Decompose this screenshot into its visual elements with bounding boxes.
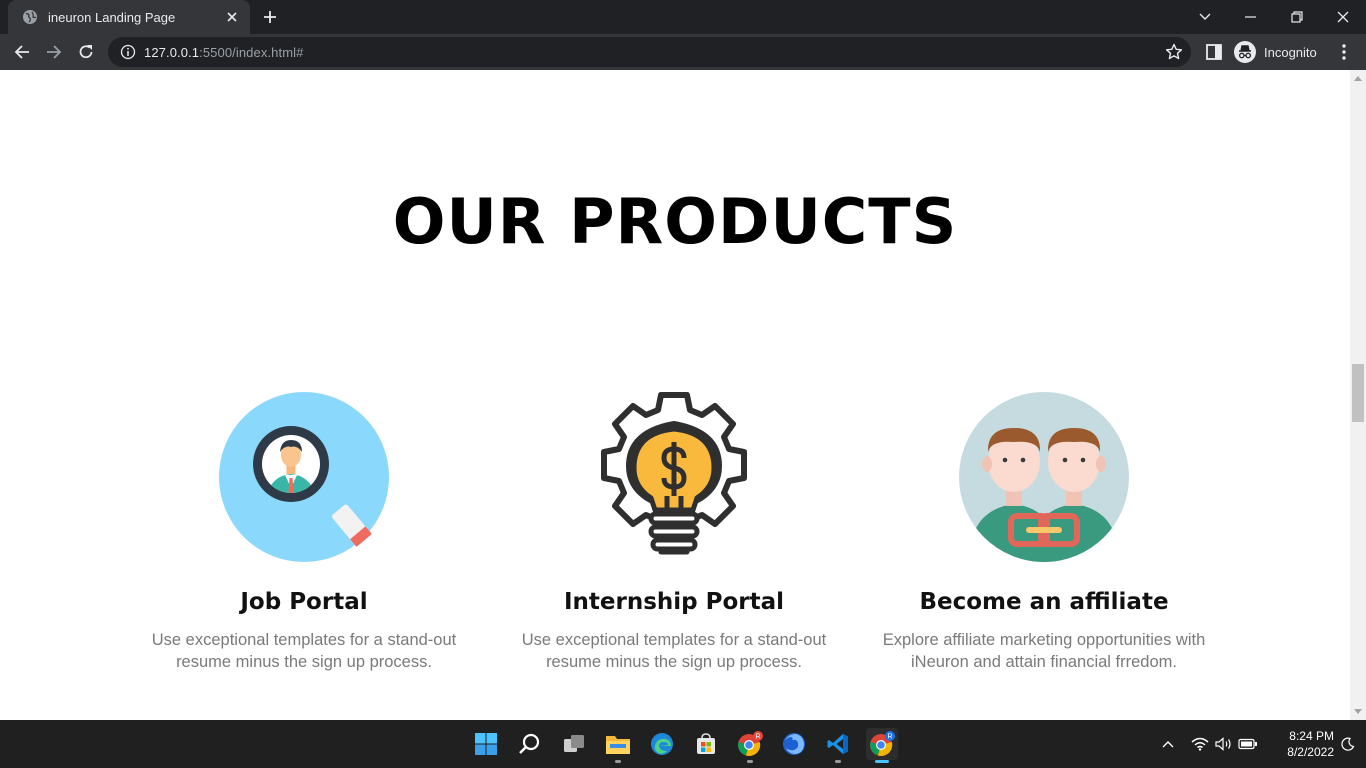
url-host: 127.0.0.1 <box>144 44 200 60</box>
page-scrollbar[interactable] <box>1350 70 1366 720</box>
affiliate-people-icon <box>959 392 1129 562</box>
product-description-line: Explore affiliate marketing opportunitie… <box>882 631 1206 649</box>
close-window-button[interactable] <box>1320 0 1366 34</box>
chrome-active-button[interactable]: R <box>866 728 898 763</box>
product-title: Internship Portal <box>563 589 785 615</box>
windows-taskbar: R R 8:24 PM 8/2/2022 <box>0 720 1366 768</box>
product-description-line: iNeuron and attain financial frredom. <box>911 653 1177 671</box>
search-icon <box>519 733 540 754</box>
scroll-down-icon[interactable] <box>1354 709 1362 714</box>
edge-button[interactable] <box>646 728 678 760</box>
task-view-button[interactable] <box>558 728 590 760</box>
vscode-icon <box>827 734 848 754</box>
battery-icon[interactable] <box>1238 734 1258 754</box>
focus-moon-icon[interactable] <box>1338 734 1358 754</box>
site-info-icon[interactable] <box>120 44 136 60</box>
browser-toolbar: 127.0.0.1:5500/index.html# Incognito <box>0 34 1366 70</box>
task-view-icon <box>564 735 584 752</box>
new-tab-button[interactable] <box>258 5 282 29</box>
firefox-icon <box>783 733 805 755</box>
wifi-icon[interactable] <box>1190 734 1210 754</box>
tab-title: ineuron Landing Page <box>48 9 176 25</box>
scroll-up-icon[interactable] <box>1354 76 1362 81</box>
product-description-line: Use exceptional templates for a stand-ou… <box>521 631 827 649</box>
volume-icon[interactable] <box>1214 734 1234 754</box>
back-button[interactable] <box>8 38 36 66</box>
running-indicator <box>747 760 753 763</box>
windows-logo-icon <box>475 733 497 755</box>
product-description: Explore affiliate marketing opportunitie… <box>864 629 1224 673</box>
product-description: Use exceptional templates for a stand-ou… <box>124 629 484 673</box>
system-clock[interactable]: 8:24 PM 8/2/2022 <box>1262 728 1334 760</box>
product-title: Job Portal <box>240 589 368 615</box>
incognito-label: Incognito <box>1264 44 1317 60</box>
reload-button[interactable] <box>72 38 100 66</box>
address-bar[interactable]: 127.0.0.1:5500/index.html# <box>108 37 1191 67</box>
chrome-icon: R <box>870 731 895 756</box>
product-description-line: Use exceptional templates for a stand-ou… <box>151 631 457 649</box>
incognito-icon <box>1234 41 1256 63</box>
url-path: :5500/index.html# <box>199 44 304 60</box>
file-explorer-button[interactable] <box>602 728 634 763</box>
minimize-button[interactable] <box>1228 0 1274 34</box>
start-button[interactable] <box>470 728 502 760</box>
lightbulb-gear-icon <box>601 392 747 555</box>
chrome-icon: R <box>738 731 763 756</box>
kebab-menu-icon[interactable] <box>1334 42 1354 62</box>
profile-badge: R <box>755 734 760 741</box>
product-card-job-portal: Job Portal Use exceptional templates for… <box>124 392 484 673</box>
running-indicator <box>615 760 621 763</box>
product-card-internship-portal: Internship Portal Use exceptional templa… <box>494 392 854 673</box>
store-button[interactable] <box>690 728 722 760</box>
vscode-button[interactable] <box>822 728 854 763</box>
search-button[interactable] <box>514 728 546 760</box>
side-panel-icon[interactable] <box>1204 42 1224 62</box>
firefox-button[interactable] <box>778 728 810 760</box>
product-description: Use exceptional templates for a stand-ou… <box>494 629 854 673</box>
running-indicator <box>835 760 841 763</box>
url-text: 127.0.0.1:5500/index.html# <box>144 45 303 60</box>
clock-date: 8/2/2022 <box>1287 745 1334 759</box>
bookmark-star-icon[interactable] <box>1165 43 1183 61</box>
product-description-line: resume minus the sign up process. <box>546 653 802 671</box>
show-hidden-icons-chevron-icon[interactable] <box>1158 734 1178 754</box>
page-viewport: OUR PRODUCTS Job Portal Use exceptional <box>0 70 1350 720</box>
folder-icon <box>606 736 630 754</box>
browser-tab-strip: ineuron Landing Page <box>0 0 1366 34</box>
browser-tab[interactable]: ineuron Landing Page <box>8 0 250 34</box>
product-title: Become an affiliate <box>919 589 1169 615</box>
active-indicator <box>875 760 889 763</box>
incognito-profile-button[interactable]: Incognito <box>1234 38 1317 66</box>
job-search-icon <box>219 392 389 562</box>
forward-button[interactable] <box>40 38 68 66</box>
store-icon <box>697 733 715 754</box>
edge-icon <box>651 733 673 755</box>
product-description-line: resume minus the sign up process. <box>176 653 432 671</box>
scrollbar-thumb[interactable] <box>1352 364 1364 422</box>
tab-search-chevron-icon[interactable] <box>1182 0 1228 34</box>
profile-badge: R <box>887 734 892 741</box>
section-heading: OUR PRODUCTS <box>392 185 958 258</box>
product-card-affiliate: Become an affiliate Explore affiliate ma… <box>864 392 1224 673</box>
restore-button[interactable] <box>1274 0 1320 34</box>
tab-close-icon[interactable] <box>224 9 240 25</box>
globe-icon <box>23 10 37 24</box>
chrome-button[interactable]: R <box>734 728 766 763</box>
clock-time: 8:24 PM <box>1289 729 1334 743</box>
